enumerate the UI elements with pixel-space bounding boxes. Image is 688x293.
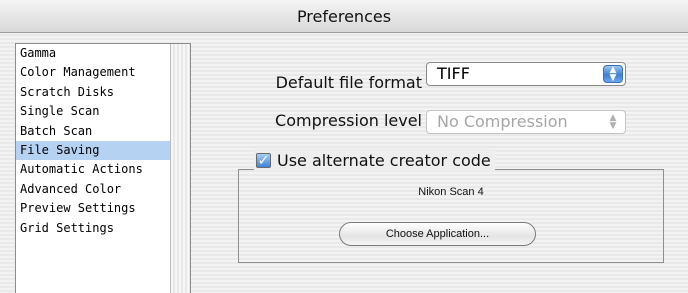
sidebar-item-single-scan[interactable]: Single Scan [16,102,171,121]
default-file-format-popup[interactable]: TIFF ▲ ▼ [426,62,626,86]
compression-level-label: Compression level [275,111,422,130]
default-file-format-value: TIFF [437,64,470,83]
compression-level-popup[interactable]: No Compression ▲ ▼ [426,110,626,134]
window-title: Preferences [0,0,688,33]
creator-code-group [238,169,664,263]
sidebar-item-automatic-actions[interactable]: Automatic Actions [16,160,171,179]
compression-level-value: No Compression [437,112,568,131]
creator-code-checkbox-row[interactable]: ✓ Use alternate creator code [254,149,495,171]
choose-application-button[interactable]: Choose Application... [339,222,536,246]
sidebar-item-grid-settings[interactable]: Grid Settings [16,219,171,238]
sidebar-item-batch-scan[interactable]: Batch Scan [16,122,171,141]
creator-application-name: Nikon Scan 4 [418,186,484,198]
sidebar-item-file-saving[interactable]: File Saving [16,140,171,161]
preferences-sidebar: Gamma Color Management Scratch Disks Sin… [15,43,191,293]
sidebar-item-preview-settings[interactable]: Preview Settings [16,199,171,218]
updown-arrows-icon: ▲ ▼ [603,65,623,83]
sidebar-item-scratch-disks[interactable]: Scratch Disks [16,83,171,102]
sidebar-scrollbar[interactable] [170,44,190,293]
default-file-format-label: Default file format [275,73,422,92]
sidebar-list: Gamma Color Management Scratch Disks Sin… [16,44,171,293]
sidebar-item-advanced-color[interactable]: Advanced Color [16,180,171,199]
updown-arrows-icon: ▲ ▼ [609,113,617,131]
checkmark-icon[interactable]: ✓ [256,152,271,168]
sidebar-item-gamma[interactable]: Gamma [16,44,171,63]
sidebar-item-color-management[interactable]: Color Management [16,63,171,82]
creator-code-label: Use alternate creator code [277,150,491,170]
